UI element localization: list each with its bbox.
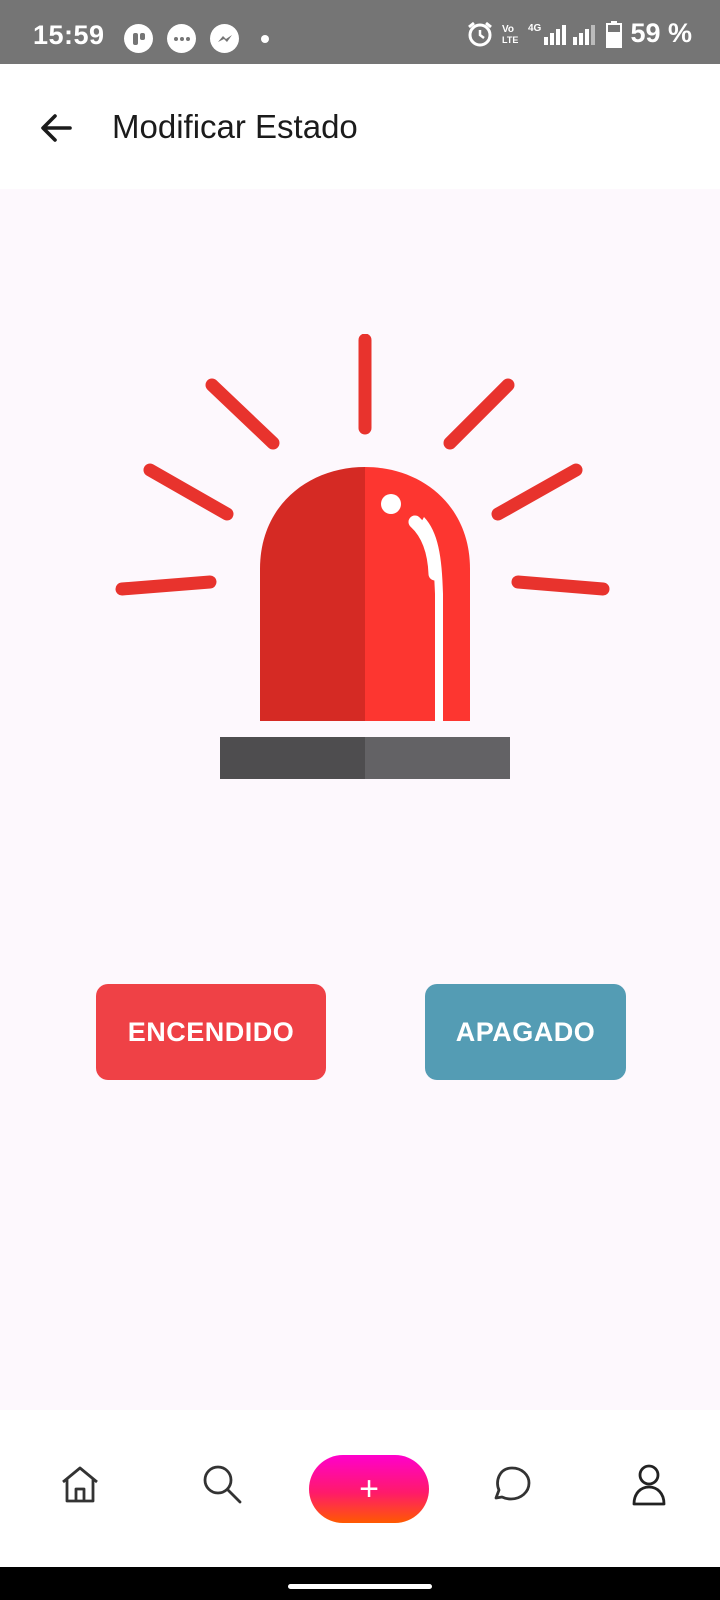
nav-profile[interactable] <box>625 1460 673 1508</box>
notification-app-icon <box>124 24 153 53</box>
on-button[interactable]: ENCENDIDO <box>96 984 326 1080</box>
back-button[interactable] <box>36 108 76 148</box>
bottom-nav: + <box>0 1410 720 1567</box>
app-bar: Modificar Estado <box>0 64 720 189</box>
nav-chat[interactable] <box>486 1460 534 1508</box>
profile-icon <box>632 1464 666 1506</box>
messenger-icon <box>210 24 239 53</box>
status-bar: 15:59 Vo LTE 4G 59 % <box>0 0 720 64</box>
system-nav-bar <box>0 1567 720 1600</box>
siren-alarm-icon <box>115 334 610 779</box>
chat-icon <box>494 1466 531 1501</box>
add-icon: + <box>359 1470 379 1508</box>
signal-icon <box>573 24 596 45</box>
nav-home[interactable] <box>56 1460 104 1508</box>
page-title: Modificar Estado <box>112 108 358 145</box>
alarm-icon <box>468 21 493 46</box>
arrow-left-icon <box>41 114 72 142</box>
home-gesture-pill[interactable] <box>288 1584 432 1589</box>
svg-text:Vo: Vo <box>502 24 514 35</box>
off-button[interactable]: APAGADO <box>425 984 626 1080</box>
nav-add-button[interactable]: + <box>309 1455 429 1523</box>
nav-search[interactable] <box>198 1460 246 1508</box>
main-content: ENCENDIDO APAGADO <box>0 189 720 1410</box>
search-icon <box>203 1465 242 1504</box>
status-time: 15:59 <box>33 20 105 50</box>
svg-text:4G: 4G <box>528 23 542 34</box>
volte-icon: Vo LTE <box>502 24 518 45</box>
home-icon <box>62 1466 98 1503</box>
svg-text:LTE: LTE <box>502 35 518 45</box>
message-icon <box>167 24 196 53</box>
status-system-icons: Vo LTE 4G 59 % <box>466 18 692 49</box>
battery-icon <box>606 20 623 48</box>
dot-icon <box>261 34 269 43</box>
battery-percent: 59 % <box>630 18 692 48</box>
status-notification-icons <box>124 24 269 53</box>
signal-4g-icon: 4G <box>528 23 567 45</box>
